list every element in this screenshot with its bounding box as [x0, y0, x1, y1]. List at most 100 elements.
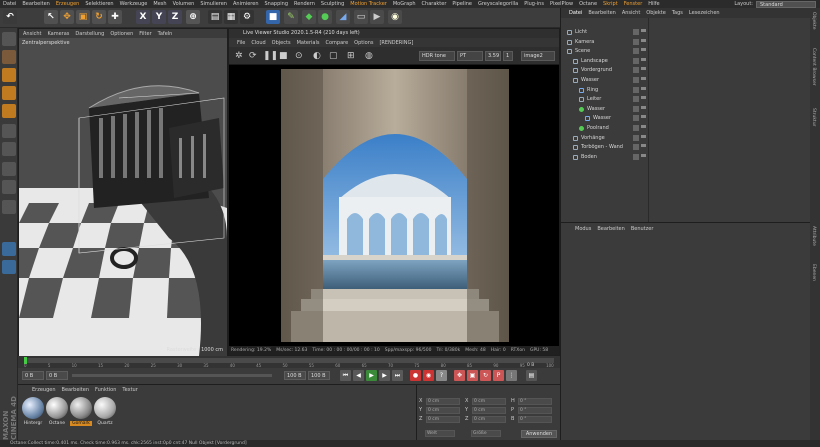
menu-item-plug-ins[interactable]: Plug-ins [524, 1, 544, 7]
key-param-icon[interactable]: P [493, 370, 504, 381]
material-swatch-4[interactable] [94, 397, 116, 419]
refresh-icon[interactable]: ⟳ [249, 51, 257, 61]
cloner-icon[interactable]: ● [318, 10, 332, 24]
lv-menu-objects[interactable]: Objects [272, 40, 291, 46]
visibility-toggle[interactable] [633, 38, 639, 45]
key-position-icon[interactable]: ✥ [454, 370, 465, 381]
coordinate-system-icon[interactable]: ⊕ [186, 10, 200, 24]
edges-mode-icon[interactable] [2, 86, 16, 100]
render-toggle[interactable] [641, 57, 646, 61]
play-icon[interactable]: ▶ [366, 370, 377, 381]
axis-z-button[interactable]: Z [168, 10, 182, 24]
visibility-toggle[interactable] [633, 96, 639, 103]
key-pla-icon[interactable]: ⋮ [506, 370, 517, 381]
autokey-icon[interactable]: ◉ [423, 370, 434, 381]
visibility-toggle[interactable] [633, 67, 639, 74]
coord-value-field[interactable]: 0 cm [426, 398, 460, 405]
lv-menu-materials[interactable]: Materials [297, 40, 320, 46]
start-frame-field[interactable]: 0 B [22, 371, 44, 380]
menu-item-selektieren[interactable]: Selektieren [85, 1, 113, 7]
object-row[interactable]: Licht [561, 28, 811, 38]
render-toggle[interactable] [641, 48, 646, 52]
object-row[interactable]: Kamera [561, 38, 811, 48]
menu-item-bearbeiten[interactable]: Bearbeiten [22, 1, 49, 7]
coord-value-field[interactable]: 0 ° [518, 407, 552, 414]
menu-item-octane[interactable]: Octane [579, 1, 597, 7]
coord-size-select[interactable]: Größe [471, 430, 501, 437]
viewport-menu-optionen[interactable]: Optionen [110, 31, 133, 37]
object-row[interactable]: Vorhänge [561, 134, 811, 144]
object-row[interactable]: Wasser [561, 114, 811, 124]
menu-item-greyscalegorilla[interactable]: Greyscalegorilla [478, 1, 518, 7]
side-tab-content-browser[interactable]: Content Browser [811, 48, 816, 86]
visibility-toggle[interactable] [633, 144, 639, 151]
render-toggle[interactable] [641, 115, 646, 119]
mat-menu-textur[interactable]: Textur [122, 387, 137, 393]
key-rotation-icon[interactable]: ↻ [480, 370, 491, 381]
deformer-icon[interactable]: ◢ [336, 10, 350, 24]
menu-item-mesh[interactable]: Mesh [153, 1, 166, 7]
coord-value-field[interactable]: 0 ° [518, 416, 552, 423]
object-name[interactable]: Kamera [575, 39, 594, 45]
visibility-toggle[interactable] [633, 115, 639, 122]
render-toggle[interactable] [641, 67, 646, 71]
tweak-mode-icon[interactable] [2, 142, 16, 156]
object-name[interactable]: Landscape [581, 58, 608, 64]
object-name[interactable]: Wasser [593, 115, 611, 121]
render-toggle[interactable] [641, 125, 646, 128]
viewport-menu-filter[interactable]: Filter [139, 31, 151, 37]
viewport-menu-tafeln[interactable]: Tafeln [158, 31, 173, 37]
layout-selector[interactable]: Layout: Standard [734, 0, 816, 8]
region-icon[interactable]: ▢ [329, 51, 338, 61]
object-row[interactable]: Leiter [561, 95, 811, 105]
key-scale-icon[interactable]: ▣ [467, 370, 478, 381]
cube-icon[interactable]: ■ [266, 10, 280, 24]
visibility-toggle[interactable] [633, 29, 639, 35]
prev-key-icon[interactable]: ◀ [353, 370, 364, 381]
recent-tool-icon[interactable]: ✚ [108, 10, 122, 24]
obj-menu-ansicht[interactable]: Ansicht [622, 10, 640, 16]
material-swatch-2[interactable] [46, 397, 68, 419]
menu-item-erzeugen[interactable]: Erzeugen [56, 1, 80, 7]
axis-mode-icon[interactable] [2, 124, 16, 138]
select-icon[interactable]: ↖ [44, 10, 58, 24]
snap-icon[interactable] [2, 162, 16, 176]
layout-dropdown[interactable]: Standard [756, 0, 816, 8]
attr-menu-benutzer[interactable]: Benutzer [631, 226, 654, 232]
gear-icon[interactable]: ✲ [235, 51, 243, 61]
coord-value-field[interactable]: 0 cm [472, 416, 506, 423]
obj-menu-lesezeichen[interactable]: Lesezeichen [689, 10, 720, 16]
light-icon[interactable]: ◉ [388, 10, 402, 24]
texture-mode-icon[interactable] [2, 50, 16, 64]
undo-icon[interactable]: ↶ [3, 10, 17, 24]
mat-menu-bearbeiten[interactable]: Bearbeiten [62, 387, 89, 393]
visibility-toggle[interactable] [633, 77, 639, 83]
object-name[interactable]: Ring [587, 87, 598, 93]
pause-icon[interactable]: ❚❚ [263, 51, 278, 61]
points-mode-icon[interactable] [2, 68, 16, 82]
render-toggle[interactable] [641, 134, 646, 138]
object-row[interactable]: Wasser [561, 76, 811, 86]
object-name[interactable]: Vordergrund [581, 67, 612, 73]
render-toggle[interactable] [641, 38, 646, 42]
lv-menu-options[interactable]: Options [354, 40, 373, 46]
lv-menu-cloud[interactable]: Cloud [251, 40, 265, 46]
mat-menu-funktion[interactable]: Funktion [95, 387, 116, 393]
viewport-menu-darstellung[interactable]: Darstellung [75, 31, 104, 37]
object-row[interactable]: Boden [561, 153, 811, 163]
object-name[interactable]: Scene [575, 48, 590, 54]
goto-start-icon[interactable]: ⏮ [340, 370, 351, 381]
menu-item-fenster[interactable]: Fenster [624, 1, 643, 7]
object-name[interactable]: Leiter [587, 96, 601, 102]
render-toggle[interactable] [641, 29, 646, 32]
lv-menu-file[interactable]: File [237, 40, 245, 46]
menu-item-animieren[interactable]: Animieren [233, 1, 259, 7]
render-toggle[interactable] [641, 86, 646, 90]
visibility-toggle[interactable] [633, 57, 639, 64]
pen-icon[interactable]: ✎ [284, 10, 298, 24]
menu-item-werkzeuge[interactable]: Werkzeuge [120, 1, 148, 7]
focus-icon[interactable]: ⊞ [347, 51, 355, 61]
render-picture-icon[interactable]: ▦ [224, 10, 238, 24]
tonemap-select[interactable]: HDR tone [419, 51, 455, 61]
axis-y-button[interactable]: Y [152, 10, 166, 24]
